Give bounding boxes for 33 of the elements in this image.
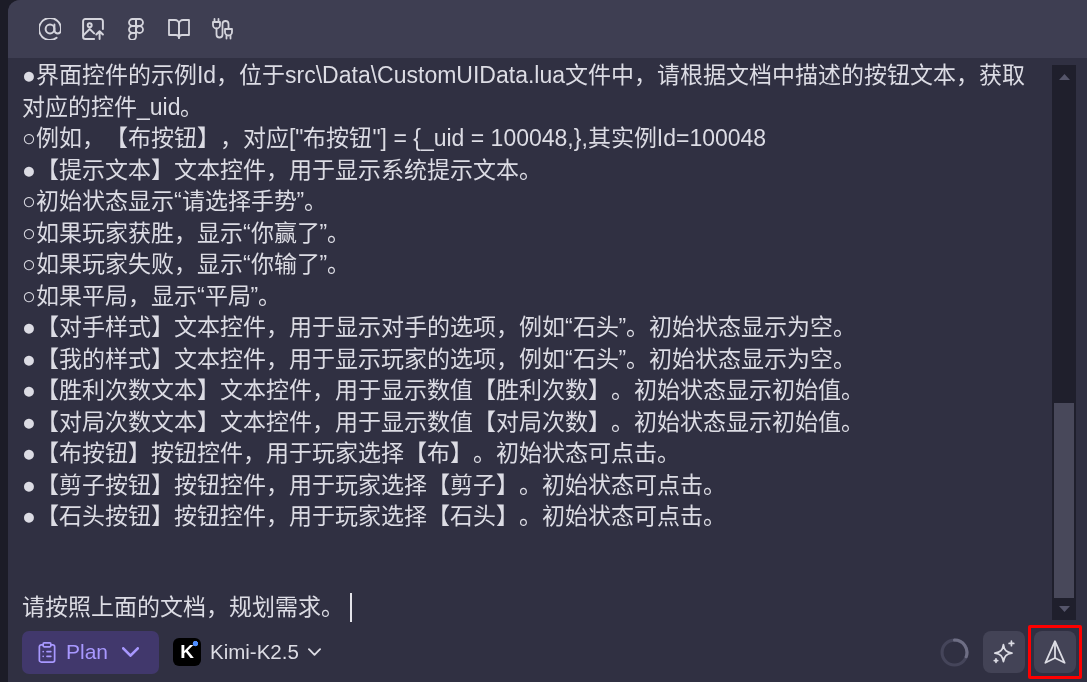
text-paragraph: ●【提示文本】文本控件，用于显示系统提示文本。 [22, 155, 543, 185]
text-paragraph: ○如果平局，显示“平局”。 [22, 281, 283, 311]
text-paragraph: ○如果玩家获胜，显示“你赢了”。 [22, 218, 352, 248]
send-button[interactable] [1034, 631, 1076, 673]
sparkle-icon [992, 640, 1016, 664]
text-paragraph: ●【我的样式】文本控件，用于显示玩家的选项，例如“石头”。初始状态显示为空。 [22, 344, 858, 374]
text-paragraph: ●【石头按钮】按钮控件，用于玩家选择【石头】。初始状态可点击。 [22, 502, 727, 531]
sparkle-button[interactable] [983, 631, 1025, 673]
text-paragraph: 请按照上面的文档，规划需求。 [22, 592, 344, 622]
clipboard-list-icon [38, 641, 56, 663]
chevron-down-icon [307, 648, 321, 656]
text-paragraph: ●【布按钮】按钮控件，用于玩家选择【布】。初始状态可点击。 [22, 439, 681, 468]
text-paragraph: ○例如，【布按钮】，对应["布按钮"] = {_uid = 100048,},其实例Id=100048 [22, 124, 768, 153]
caret-up-icon [1058, 74, 1070, 80]
chevron-down-icon [122, 647, 140, 657]
text-paragraph: ●【剪子按钮】按钮控件，用于玩家选择【剪子】。初始状态可点击。 [22, 470, 727, 500]
text-paragraph: ○初始状态显示“请选择手势”。 [22, 187, 329, 216]
text-paragraph: ●【对手样式】文本控件，用于显示对手的选项，例如“石头”。初始状态显示为空。 [22, 313, 858, 342]
shapes-logo-icon[interactable] [125, 18, 147, 40]
caret-down-icon [1058, 606, 1070, 612]
text-paragraph: ●界面控件的示例Id，位于src\Data\CustomUIData.lua文件中，请根据文档中描述的按钮文本，获取对应的控件_uid。 [22, 61, 1026, 122]
book-icon[interactable] [168, 18, 190, 40]
text-paragraph: ●【对局次数文本】文本控件，用于显示数值【对局次数】。初始状态显示初始值。 [22, 407, 865, 437]
mode-dropdown-button[interactable]: Plan [22, 630, 159, 674]
at-sign-icon[interactable] [39, 18, 61, 40]
text-paragraph: ○如果玩家失败，显示“你输了”。 [22, 250, 352, 279]
plug-icon[interactable] [211, 18, 233, 40]
scrollbar-thumb[interactable] [1054, 403, 1074, 598]
paper-plane-icon [1044, 640, 1066, 664]
text-paragraph: ●【胜利次数文本】文本控件，用于显示数值【胜利次数】。初始状态显示初始值。 [22, 376, 865, 405]
image-upload-icon[interactable] [82, 18, 104, 40]
model-logo: K [173, 638, 201, 666]
model-selector[interactable]: K Kimi-K2.5 [173, 630, 321, 674]
